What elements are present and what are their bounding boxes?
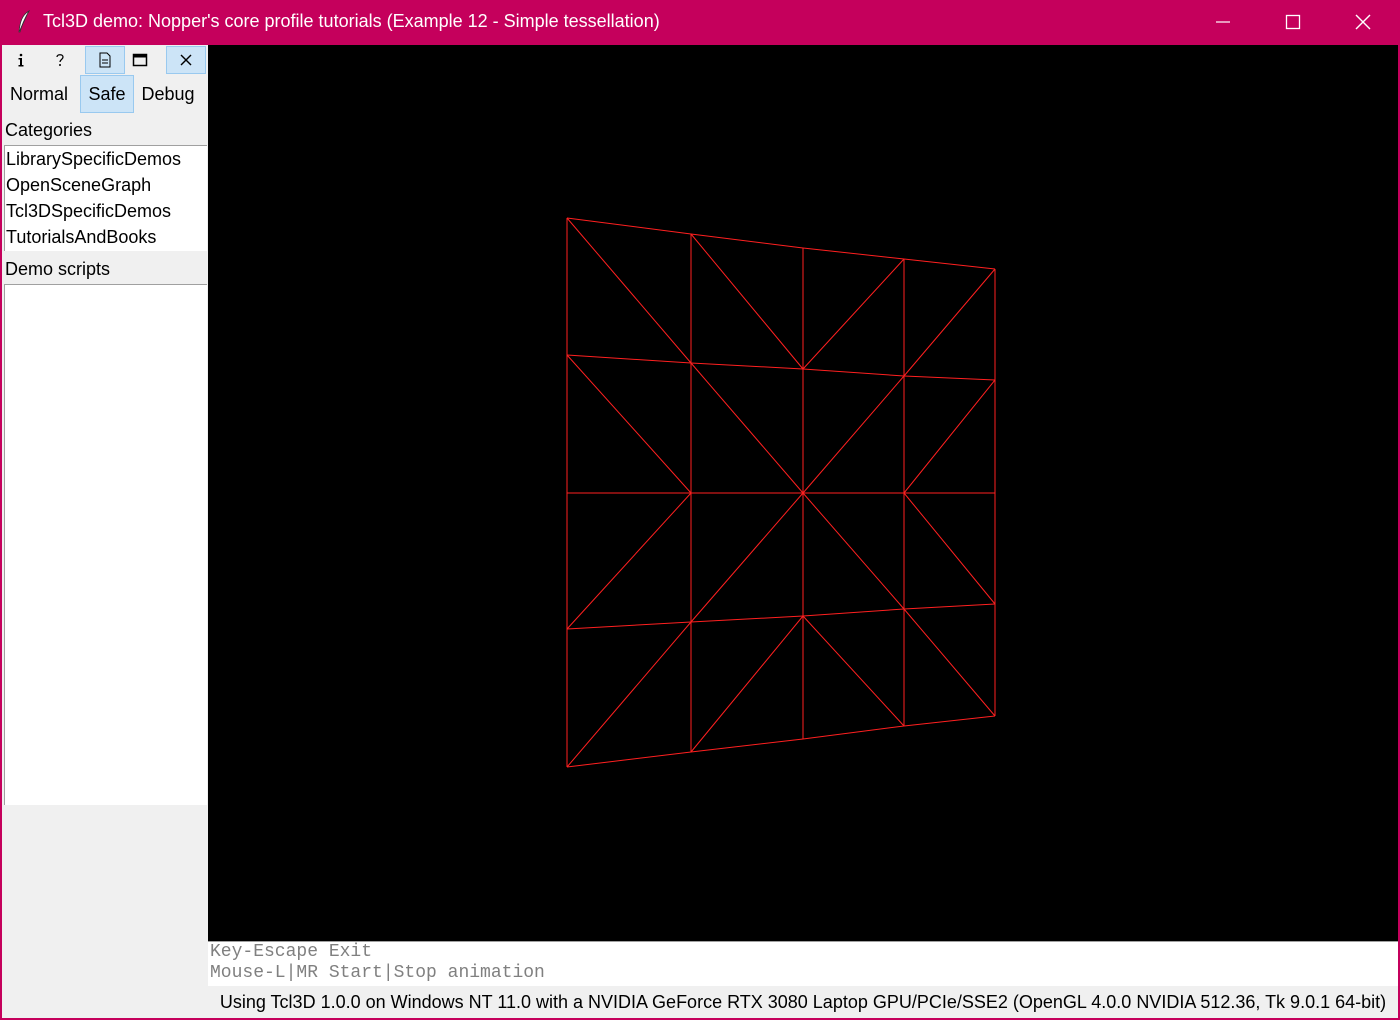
client-area: Normal Safe Debug Categories LibrarySpec… [2, 45, 1398, 1018]
app-window: Tcl3D demo: Nopper's core profile tutori… [0, 0, 1400, 1020]
info-line-escape: Key-Escape Exit [210, 942, 373, 962]
mode-selector: Normal Safe Debug [2, 75, 208, 113]
wire-edge [802, 608, 905, 617]
wire-diagonal [566, 492, 692, 630]
wire-diagonal [802, 375, 905, 494]
wire-diagonal [690, 615, 804, 753]
list-item[interactable]: LibrarySpecificDemos [5, 146, 207, 172]
wire-edge [690, 738, 804, 753]
minimize-button[interactable] [1188, 0, 1258, 45]
demo-scripts-list[interactable] [4, 284, 207, 805]
wire-diagonal [566, 621, 692, 768]
wire-diagonal [903, 608, 996, 717]
wire-diagonal [802, 492, 905, 610]
wire-edge [690, 615, 804, 623]
help-button[interactable] [40, 46, 80, 74]
minimize-icon [1216, 21, 1230, 23]
info-text: Key-Escape Exit Mouse-L|MR Start|Stop an… [208, 941, 1398, 986]
wire-diagonal [903, 492, 996, 605]
list-item[interactable]: Tcl3DSpecificDemos [5, 198, 207, 224]
wire-edge [566, 621, 692, 630]
status-bar: Using Tcl3D 1.0.0 on Windows NT 11.0 wit… [219, 992, 1387, 1012]
wire-diagonal [690, 492, 804, 623]
list-item[interactable]: TutorialsAndBooks [5, 224, 207, 250]
list-item[interactable]: OpenSceneGraph [5, 172, 207, 198]
mode-debug[interactable]: Debug [136, 75, 200, 113]
close-icon [1355, 14, 1371, 30]
maximize-button[interactable] [1258, 0, 1328, 45]
wire-edge [903, 603, 996, 610]
wire-edge [566, 354, 692, 364]
fullscreen-button[interactable] [120, 46, 160, 74]
feather-icon [14, 9, 34, 34]
wire-edge [903, 715, 996, 727]
wire-diagonal [690, 362, 804, 494]
categories-list[interactable]: LibrarySpecificDemos OpenSceneGraph Tcl3… [4, 145, 207, 252]
left-panel: Normal Safe Debug Categories LibrarySpec… [2, 45, 208, 1018]
help-icon [56, 54, 64, 66]
window-title: Tcl3D demo: Nopper's core profile tutori… [43, 11, 660, 31]
info-line-mouse: Mouse-L|MR Start|Stop animation [210, 963, 545, 983]
wire-edge [690, 362, 804, 370]
close-demo-button[interactable] [166, 46, 206, 74]
toolbar [2, 46, 208, 74]
info-icon [18, 53, 24, 67]
categories-label: Categories [5, 120, 93, 140]
wire-edge [566, 751, 692, 768]
close-window-button[interactable] [1328, 0, 1398, 45]
info-button[interactable] [2, 46, 42, 74]
wire-diagonal [802, 615, 905, 727]
wire-diagonal [566, 217, 692, 364]
wire-diagonal [802, 258, 905, 370]
wire-diagonal [903, 268, 996, 377]
wire-diagonal [566, 354, 692, 494]
wire-edge [903, 375, 996, 381]
wire-diagonal [690, 233, 804, 370]
maximize-icon [1285, 14, 1301, 30]
title-bar[interactable]: Tcl3D demo: Nopper's core profile tutori… [0, 0, 1400, 45]
wire-edge [566, 217, 692, 235]
demo-scripts-label: Demo scripts [5, 259, 111, 279]
mode-safe[interactable]: Safe [80, 75, 134, 113]
close-icon [180, 54, 192, 66]
wire-diagonal [903, 379, 996, 494]
view-source-button[interactable] [85, 46, 125, 74]
wire-edge [802, 368, 905, 377]
wire-edge [802, 725, 905, 740]
mode-normal[interactable]: Normal [2, 75, 76, 113]
wire-edge [802, 247, 905, 260]
wire-edge [690, 233, 804, 249]
document-icon [99, 52, 111, 68]
opengl-viewport[interactable] [208, 45, 1398, 941]
wire-edge [903, 258, 996, 270]
tessellation-wireframe [566, 217, 996, 768]
maximize-view-icon [132, 53, 148, 67]
